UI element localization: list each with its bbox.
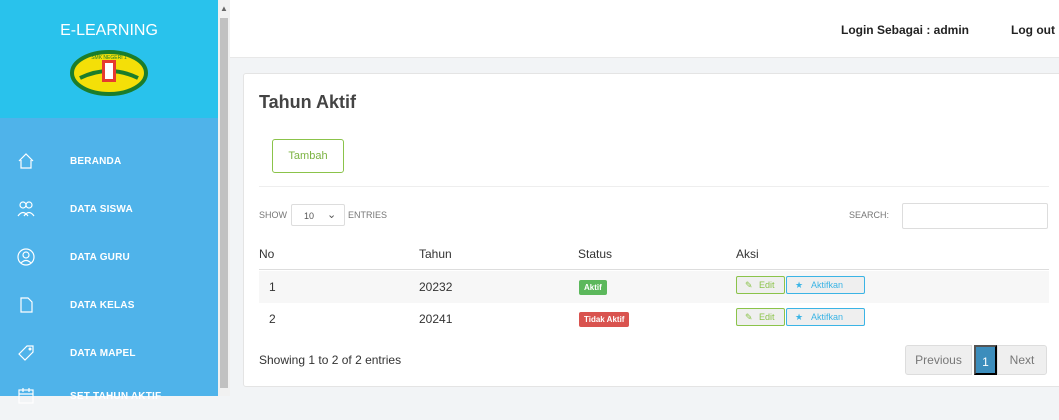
chevron-down-icon: ⌄ — [327, 209, 337, 221]
section-divider — [259, 186, 1049, 187]
document-icon — [20, 297, 33, 313]
status-badge: Aktif — [579, 280, 607, 295]
users-icon — [17, 201, 35, 217]
sidebar-header: E-LEARNING SMK NEGERI 1 — [0, 0, 218, 118]
edit-label: Edit — [759, 312, 775, 322]
edit-icon: ✎ — [745, 280, 753, 290]
active-year-panel: Tahun Aktif Tambah SHOW 10 ⌄ ENTRIES SEA… — [243, 73, 1059, 387]
sidebar-item-data-guru[interactable]: DATA GURU — [0, 233, 218, 281]
page-title: Tahun Aktif — [259, 92, 356, 112]
sidebar-item-label: DATA SISWA — [70, 203, 133, 215]
login-status: Login Sebagai : admin — [840, 23, 969, 37]
row-number: 2 — [269, 312, 276, 326]
star-icon: ★ — [795, 280, 804, 290]
logo-text: SMK NEGERI 1 — [91, 55, 127, 61]
calendar-icon — [18, 388, 34, 404]
sidebar-item-set-tahun-aktif[interactable]: SET TAHUN AKTIF — [0, 372, 218, 420]
year-value: 20232 — [419, 280, 453, 294]
sidebar-item-data-kelas[interactable]: DATA KELAS — [0, 281, 218, 329]
sidebar-item-data-mapel[interactable]: DATA MAPEL — [0, 329, 218, 377]
edit-button[interactable]: ✎ Edit — [736, 308, 785, 326]
activate-label: Aktifkan — [811, 280, 844, 290]
scrollbar-thumb[interactable] — [220, 18, 228, 388]
tag-icon — [18, 345, 34, 361]
column-header-no: No — [259, 247, 275, 261]
column-header-status: Status — [578, 247, 613, 261]
person-icon — [17, 248, 35, 266]
logout-link[interactable]: Log out — [1011, 23, 1055, 37]
entries-label: ENTRIES — [348, 210, 388, 220]
sidebar-item-label: SET TAHUN AKTIF — [70, 390, 162, 402]
search-label: SEARCH: — [849, 210, 890, 220]
next-page-button[interactable]: Next — [997, 345, 1047, 375]
sidebar-scrollbar[interactable]: ▲ — [218, 0, 230, 396]
sidebar-item-data-siswa[interactable]: DATA SISWA — [0, 185, 218, 233]
activate-label: Aktifkan — [811, 312, 844, 322]
edit-button[interactable]: ✎ Edit — [736, 276, 785, 294]
page-1-button[interactable]: 1 — [974, 345, 997, 375]
brand-title: E-LEARNING — [60, 22, 158, 39]
table-row: 2 20241 Tidak Aktif ✎ Edit ★ Aktifkan — [259, 303, 1049, 335]
add-button[interactable]: Tambah — [272, 139, 344, 173]
entries-select[interactable]: 10 ⌄ — [291, 204, 345, 226]
activate-button[interactable]: ★ Aktifkan — [786, 308, 865, 326]
school-logo: SMK NEGERI 1 — [70, 50, 148, 96]
table-info: Showing 1 to 2 of 2 entries — [259, 353, 402, 367]
top-navbar: Login Sebagai : admin Log out — [230, 0, 1059, 58]
edit-label: Edit — [759, 280, 775, 290]
edit-icon: ✎ — [745, 312, 753, 322]
sidebar-item-label: DATA GURU — [70, 251, 130, 263]
activate-button[interactable]: ★ Aktifkan — [786, 276, 865, 294]
table-header-divider — [259, 269, 1049, 270]
column-header-actions: Aksi — [736, 247, 759, 261]
row-number: 1 — [269, 280, 276, 294]
entries-select-value: 10 — [304, 211, 315, 221]
sidebar-item-beranda[interactable]: BERANDA — [0, 137, 218, 185]
scroll-up-icon[interactable]: ▲ — [220, 4, 228, 13]
column-header-year: Tahun — [419, 247, 452, 261]
sidebar-item-label: DATA MAPEL — [70, 347, 136, 359]
previous-page-button[interactable]: Previous — [905, 345, 972, 375]
sidebar: E-LEARNING SMK NEGERI 1 BERANDA DATA SIS… — [0, 0, 218, 404]
status-badge: Tidak Aktif — [579, 312, 630, 327]
home-icon — [18, 153, 34, 169]
year-value: 20241 — [419, 312, 453, 326]
table-row: 1 20232 Aktif ✎ Edit ★ Aktifkan — [259, 271, 1049, 303]
search-input[interactable] — [902, 203, 1048, 229]
show-label: SHOW — [259, 210, 287, 220]
star-icon: ★ — [795, 312, 804, 322]
sidebar-item-label: DATA KELAS — [70, 299, 135, 311]
sidebar-item-label: BERANDA — [70, 155, 122, 167]
